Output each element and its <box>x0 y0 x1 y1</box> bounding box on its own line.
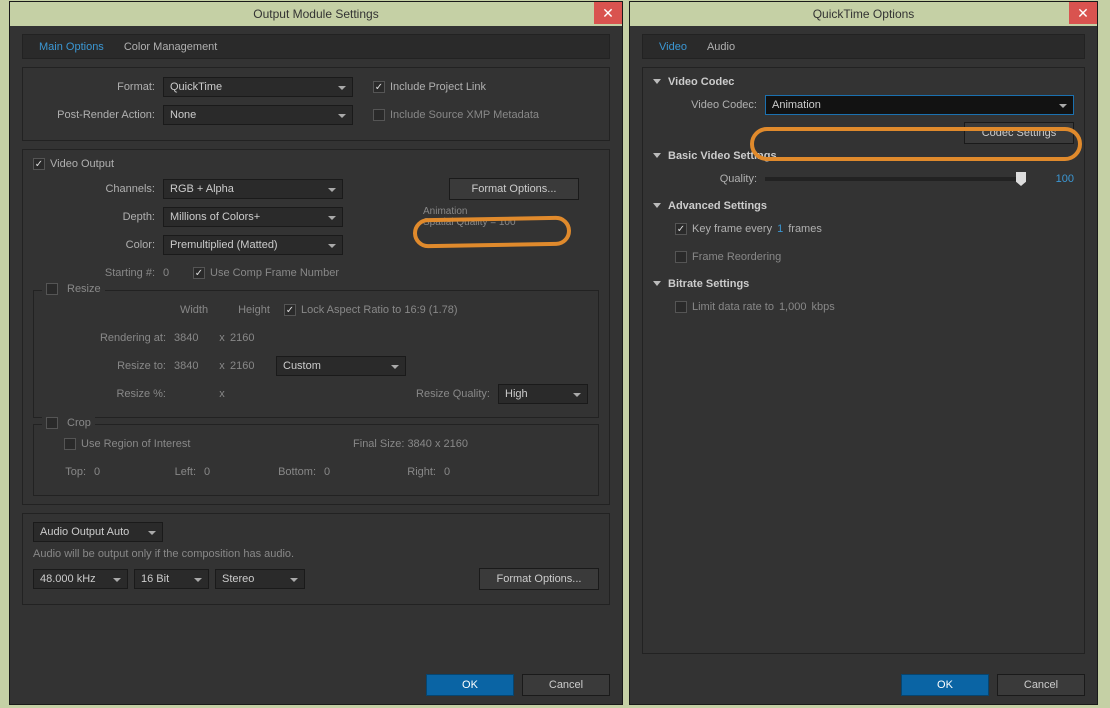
post-render-dropdown[interactable]: None <box>163 105 353 125</box>
format-dropdown[interactable]: QuickTime <box>163 77 353 97</box>
audio-depth-dropdown[interactable]: 16 Bit <box>134 569 209 589</box>
close-icon[interactable]: ✕ <box>594 2 622 24</box>
include-project-link-checkbox[interactable]: Include Project Link <box>373 81 486 93</box>
codec-settings-button[interactable]: Codec Settings <box>964 122 1074 144</box>
audio-rate-dropdown[interactable]: 48.000 kHz <box>33 569 128 589</box>
triangle-icon <box>653 153 661 158</box>
quality-slider[interactable] <box>765 177 1026 181</box>
use-roi-checkbox[interactable]: Use Region of Interest <box>64 438 190 450</box>
starting-label: Starting #: <box>33 267 163 279</box>
slider-handle-icon[interactable] <box>1016 172 1026 186</box>
format-options-button[interactable]: Format Options... <box>449 178 579 200</box>
quicktime-panel: Video Codec Video Codec: Animation Codec… <box>642 67 1085 654</box>
bitrate-value[interactable]: 1,000 <box>779 301 807 313</box>
quicktime-options-window: QuickTime Options ✕ Video Audio Video Co… <box>629 1 1098 705</box>
video-output-checkbox[interactable]: Video Output <box>33 158 599 170</box>
checkbox-icon <box>373 109 385 121</box>
output-module-settings-window: Output Module Settings ✕ Main Options Co… <box>9 1 623 705</box>
crop-bottom-input[interactable]: 0 <box>324 466 364 478</box>
crop-group: Crop Use Region of Interest Final Size: … <box>33 424 599 496</box>
section-advanced[interactable]: Advanced Settings <box>653 200 1074 212</box>
resize-height-input[interactable]: 2160 <box>230 360 270 372</box>
frame-reordering-checkbox[interactable]: Frame Reordering <box>675 251 781 263</box>
crop-final-size: Final Size: 3840 x 2160 <box>353 438 468 450</box>
format-panel: Format: QuickTime Include Project Link P… <box>22 67 610 141</box>
color-label: Color: <box>33 239 163 251</box>
triangle-icon <box>653 281 661 286</box>
titlebar: Output Module Settings ✕ <box>10 2 622 26</box>
audio-output-dropdown[interactable]: Audio Output Auto <box>33 522 163 542</box>
titlebar: QuickTime Options ✕ <box>630 2 1097 26</box>
codec-info: Animation Spatial Quality = 100 <box>423 206 516 228</box>
resize-width-input[interactable]: 3840 <box>174 360 214 372</box>
checkbox-icon <box>193 267 205 279</box>
checkbox-icon <box>64 438 76 450</box>
resize-group: Resize Width Height Lock Aspect Ratio to… <box>33 290 599 418</box>
checkbox-icon <box>675 251 687 263</box>
crop-left-input[interactable]: 0 <box>204 466 244 478</box>
format-label: Format: <box>33 81 163 93</box>
tab-video[interactable]: Video <box>649 37 697 57</box>
key-frame-checkbox[interactable]: Key frame every <box>675 223 772 235</box>
window-title: QuickTime Options <box>813 7 915 21</box>
starting-value[interactable]: 0 <box>163 267 193 279</box>
ok-button[interactable]: OK <box>901 674 989 696</box>
resize-quality-dropdown[interactable]: High <box>498 384 588 404</box>
audio-format-options-button[interactable]: Format Options... <box>479 568 599 590</box>
audio-hint: Audio will be output only if the composi… <box>33 548 599 560</box>
color-dropdown[interactable]: Premultiplied (Matted) <box>163 235 343 255</box>
section-bitrate[interactable]: Bitrate Settings <box>653 278 1074 290</box>
channels-label: Channels: <box>33 183 163 195</box>
tab-color-management[interactable]: Color Management <box>114 37 228 57</box>
use-comp-frame-checkbox[interactable]: Use Comp Frame Number <box>193 267 339 279</box>
depth-label: Depth: <box>33 211 163 223</box>
key-frame-value[interactable]: 1 <box>777 223 783 235</box>
video-codec-dropdown[interactable]: Animation <box>765 95 1074 115</box>
tab-audio[interactable]: Audio <box>697 37 745 57</box>
limit-data-rate-checkbox[interactable]: Limit data rate to <box>675 301 774 313</box>
section-video-codec[interactable]: Video Codec <box>653 76 1074 88</box>
checkbox-icon <box>675 223 687 235</box>
audio-panel: Audio Output Auto Audio will be output o… <box>22 513 610 605</box>
crop-right-input[interactable]: 0 <box>444 466 484 478</box>
close-icon[interactable]: ✕ <box>1069 2 1097 24</box>
tab-main-options[interactable]: Main Options <box>29 37 114 57</box>
triangle-icon <box>653 79 661 84</box>
quality-value[interactable]: 100 <box>1034 173 1074 185</box>
crop-top-input[interactable]: 0 <box>94 466 134 478</box>
resize-preset-dropdown[interactable]: Custom <box>276 356 406 376</box>
ok-button[interactable]: OK <box>426 674 514 696</box>
tabs: Main Options Color Management <box>22 34 610 59</box>
lock-aspect-checkbox[interactable]: Lock Aspect Ratio to 16:9 (1.78) <box>284 304 458 316</box>
checkbox-icon <box>33 158 45 170</box>
section-basic-video[interactable]: Basic Video Settings <box>653 150 1074 162</box>
checkbox-icon <box>373 81 385 93</box>
video-output-panel: Video Output Channels: RGB + Alpha Forma… <box>22 149 610 505</box>
triangle-icon <box>653 203 661 208</box>
checkbox-icon <box>675 301 687 313</box>
crop-checkbox[interactable] <box>46 417 58 429</box>
include-xmp-checkbox[interactable]: Include Source XMP Metadata <box>373 109 539 121</box>
checkbox-icon <box>284 304 296 316</box>
window-title: Output Module Settings <box>253 7 378 21</box>
depth-dropdown[interactable]: Millions of Colors+ <box>163 207 343 227</box>
audio-channels-dropdown[interactable]: Stereo <box>215 569 305 589</box>
channels-dropdown[interactable]: RGB + Alpha <box>163 179 343 199</box>
post-render-label: Post-Render Action: <box>33 109 163 121</box>
tabs: Video Audio <box>642 34 1085 59</box>
cancel-button[interactable]: Cancel <box>522 674 610 696</box>
resize-checkbox[interactable] <box>46 283 58 295</box>
cancel-button[interactable]: Cancel <box>997 674 1085 696</box>
